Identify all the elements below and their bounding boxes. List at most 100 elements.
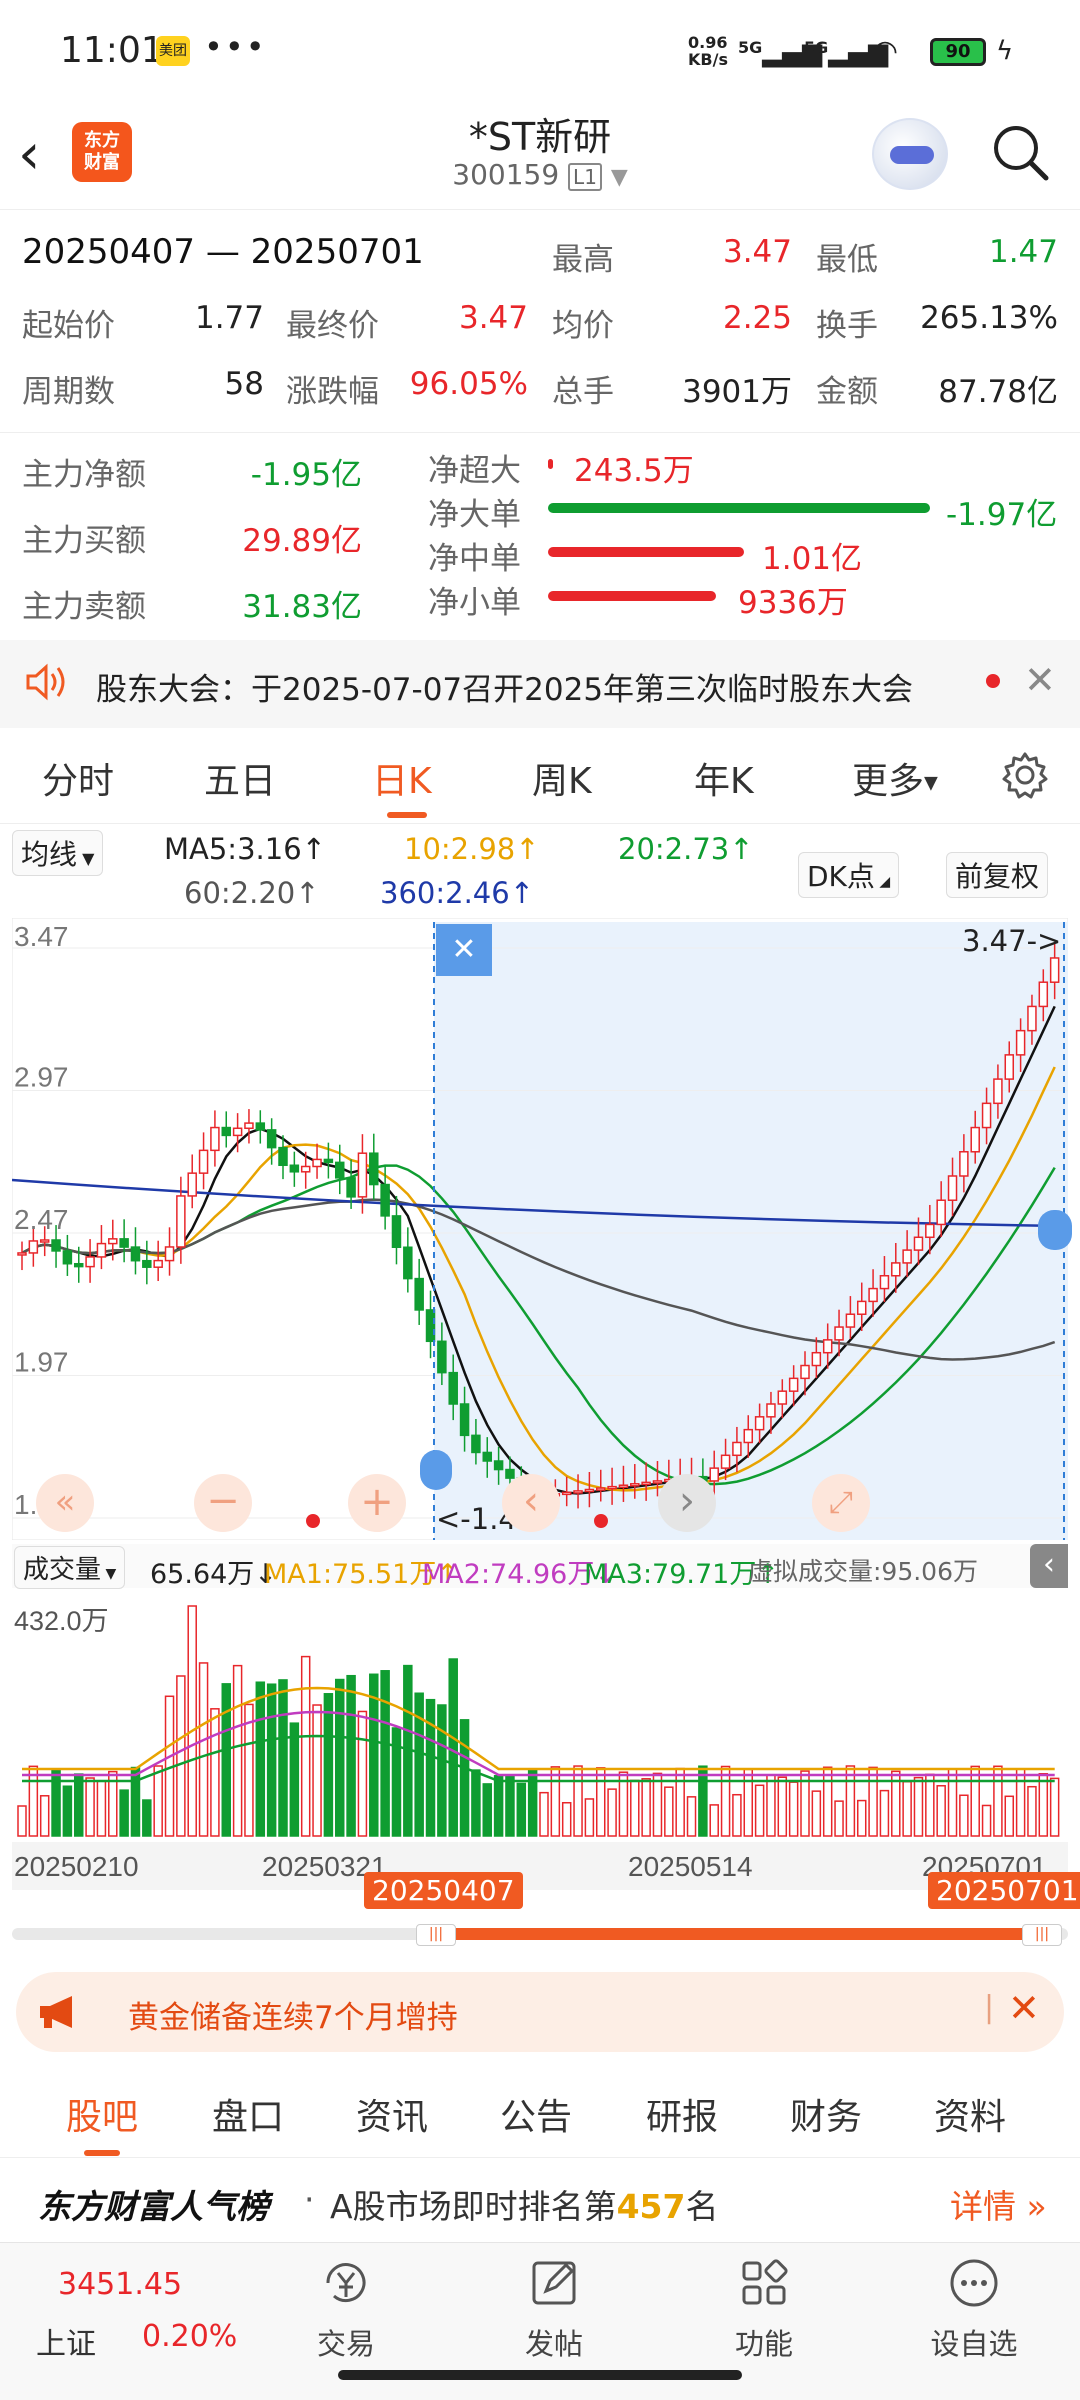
volume-bar bbox=[595, 1767, 606, 1837]
rank-detail-link[interactable]: 详情 » bbox=[950, 2180, 1047, 2228]
shareholder-notice[interactable]: 股东大会：于2025-07-07召开2025年第三次临时股东大会 ✕ bbox=[0, 640, 1080, 728]
tab-financials[interactable]: 财务 bbox=[790, 2088, 862, 2140]
stock-code[interactable]: 300159 L1 ▼ bbox=[340, 158, 740, 191]
nav-post[interactable]: 发帖 bbox=[494, 2255, 614, 2363]
volume-bar bbox=[822, 1766, 833, 1837]
range-end-handle[interactable] bbox=[1038, 1210, 1072, 1250]
volume-bar bbox=[96, 1780, 107, 1837]
slider-end-date: 20250701 bbox=[928, 1872, 1080, 1909]
volume-bar bbox=[652, 1772, 663, 1837]
slider-left-handle[interactable]: ||| bbox=[416, 1924, 456, 1946]
charging-icon: ϟ bbox=[996, 36, 1014, 66]
index-name[interactable]: 上证 bbox=[36, 2319, 96, 2363]
close-icon[interactable]: ✕ bbox=[1008, 1986, 1040, 2030]
ma5-value: MA5:3.16↑ bbox=[164, 832, 326, 866]
nav-add-watchlist[interactable]: 设自选 bbox=[914, 2255, 1034, 2363]
tab-weekly-k[interactable]: 周K bbox=[532, 752, 592, 804]
zoom-in-button[interactable]: + bbox=[348, 1474, 406, 1532]
range-start-handle[interactable] bbox=[420, 1450, 452, 1490]
volume-label: 总手 bbox=[552, 374, 614, 410]
range-slider[interactable]: ||| ||| 20250407 20250701 bbox=[12, 1872, 1080, 1948]
high-label: 最高 bbox=[552, 242, 614, 278]
tab-announcements[interactable]: 公告 bbox=[500, 2088, 572, 2140]
volume-bar bbox=[902, 1780, 912, 1837]
fullscreen-icon[interactable]: ⤢ bbox=[812, 1474, 870, 1532]
candle-body bbox=[1004, 1054, 1015, 1080]
tab-research[interactable]: 研报 bbox=[646, 2088, 718, 2140]
volume-bar bbox=[845, 1765, 856, 1837]
volume-bar bbox=[232, 1664, 243, 1837]
slider-right-handle[interactable]: ||| bbox=[1022, 1924, 1062, 1946]
volume-bar bbox=[323, 1693, 334, 1837]
candle-body bbox=[28, 1240, 39, 1254]
candle-body bbox=[471, 1434, 481, 1454]
event-dot[interactable] bbox=[594, 1514, 608, 1528]
ai-assistant-icon[interactable] bbox=[872, 118, 948, 190]
event-dot[interactable] bbox=[306, 1514, 320, 1528]
ma-selector[interactable]: 均线 ▼ bbox=[12, 830, 104, 876]
tab-five-day[interactable]: 五日 bbox=[204, 752, 276, 804]
volume-bar bbox=[62, 1785, 73, 1837]
volume-bar bbox=[142, 1799, 152, 1837]
collapse-panel-icon[interactable]: ‹ bbox=[1030, 1544, 1068, 1588]
settings-gear-icon[interactable] bbox=[1000, 750, 1050, 800]
candle-body bbox=[959, 1151, 969, 1177]
tab-minute[interactable]: 分时 bbox=[42, 752, 114, 804]
tab-more[interactable]: 更多▼ bbox=[852, 752, 938, 804]
battery-icon: 90 bbox=[930, 38, 986, 66]
scroll-start-button[interactable]: « bbox=[36, 1474, 94, 1532]
large-value: -1.97亿 bbox=[946, 497, 1058, 533]
scroll-right-button[interactable]: › bbox=[658, 1474, 716, 1532]
scroll-left-button[interactable]: ‹ bbox=[502, 1474, 560, 1532]
candle-body bbox=[73, 1262, 84, 1268]
tab-daily-k[interactable]: 日K bbox=[372, 752, 432, 804]
tab-news[interactable]: 资讯 bbox=[356, 2088, 428, 2140]
eastmoney-logo[interactable]: 东方 财富 bbox=[72, 122, 132, 182]
tab-profile[interactable]: 资料 bbox=[934, 2088, 1006, 2140]
volume-bar bbox=[709, 1804, 719, 1837]
back-icon[interactable]: ‹ bbox=[18, 122, 40, 187]
index-value[interactable]: 3451.45 bbox=[58, 2267, 182, 2302]
nav-trade[interactable]: 交易 bbox=[286, 2255, 406, 2363]
volume-bar bbox=[981, 1804, 992, 1837]
meituan-notification-icon: 美团 bbox=[156, 36, 190, 66]
more-notifications-icon: ••• bbox=[204, 28, 267, 66]
candle-body bbox=[369, 1152, 379, 1186]
search-icon[interactable] bbox=[988, 120, 1052, 184]
volume-bar bbox=[130, 1766, 141, 1837]
popularity-rank[interactable]: 东方财富人气榜 · A股市场即时排名第457名 详情 » bbox=[0, 2160, 1080, 2242]
active-tab-indicator bbox=[84, 2150, 120, 2156]
clear-range-button[interactable]: ✕ bbox=[436, 924, 492, 976]
volume-bar bbox=[414, 1692, 424, 1837]
y-axis-label: 2.47 bbox=[14, 1204, 69, 1235]
candle-body bbox=[505, 1468, 515, 1479]
dk-point-button[interactable]: DK点 ◢ bbox=[798, 852, 900, 898]
candle-body bbox=[187, 1172, 197, 1197]
tab-guba[interactable]: 股吧 bbox=[66, 2088, 138, 2140]
close-icon[interactable]: ✕ bbox=[1024, 658, 1056, 702]
tab-pankou[interactable]: 盘口 bbox=[212, 2088, 284, 2140]
volume-bar bbox=[1027, 1785, 1037, 1837]
volume-value: 3901万 bbox=[682, 374, 792, 410]
trade-yen-icon bbox=[326, 2263, 366, 2303]
volume-bar bbox=[959, 1794, 969, 1837]
candle-body bbox=[732, 1441, 742, 1457]
tab-yearly-k[interactable]: 年K bbox=[694, 752, 754, 804]
candle-body bbox=[925, 1223, 935, 1239]
zoom-out-button[interactable]: − bbox=[194, 1474, 252, 1532]
candle-body bbox=[62, 1250, 73, 1265]
candlestick-chart[interactable]: 3.472.972.471.971.47 bbox=[12, 918, 1068, 1540]
volume-selector[interactable]: 成交量 ▼ bbox=[14, 1546, 126, 1589]
ma10-value: 10:2.98↑ bbox=[404, 832, 540, 866]
candle-body bbox=[902, 1249, 912, 1264]
candle-body bbox=[108, 1238, 118, 1245]
volume-bar bbox=[278, 1679, 288, 1837]
candle-body bbox=[380, 1183, 390, 1217]
adjust-button[interactable]: 前复权 bbox=[946, 852, 1049, 898]
index-change[interactable]: 0.20% bbox=[142, 2319, 237, 2354]
candle-body bbox=[607, 1485, 617, 1490]
candle-body bbox=[119, 1238, 129, 1248]
news-banner[interactable]: 黄金储备连续7个月增持 | ✕ bbox=[16, 1972, 1064, 2052]
stock-name: *ST新研 bbox=[468, 115, 612, 159]
nav-functions[interactable]: 功能 bbox=[704, 2255, 824, 2363]
